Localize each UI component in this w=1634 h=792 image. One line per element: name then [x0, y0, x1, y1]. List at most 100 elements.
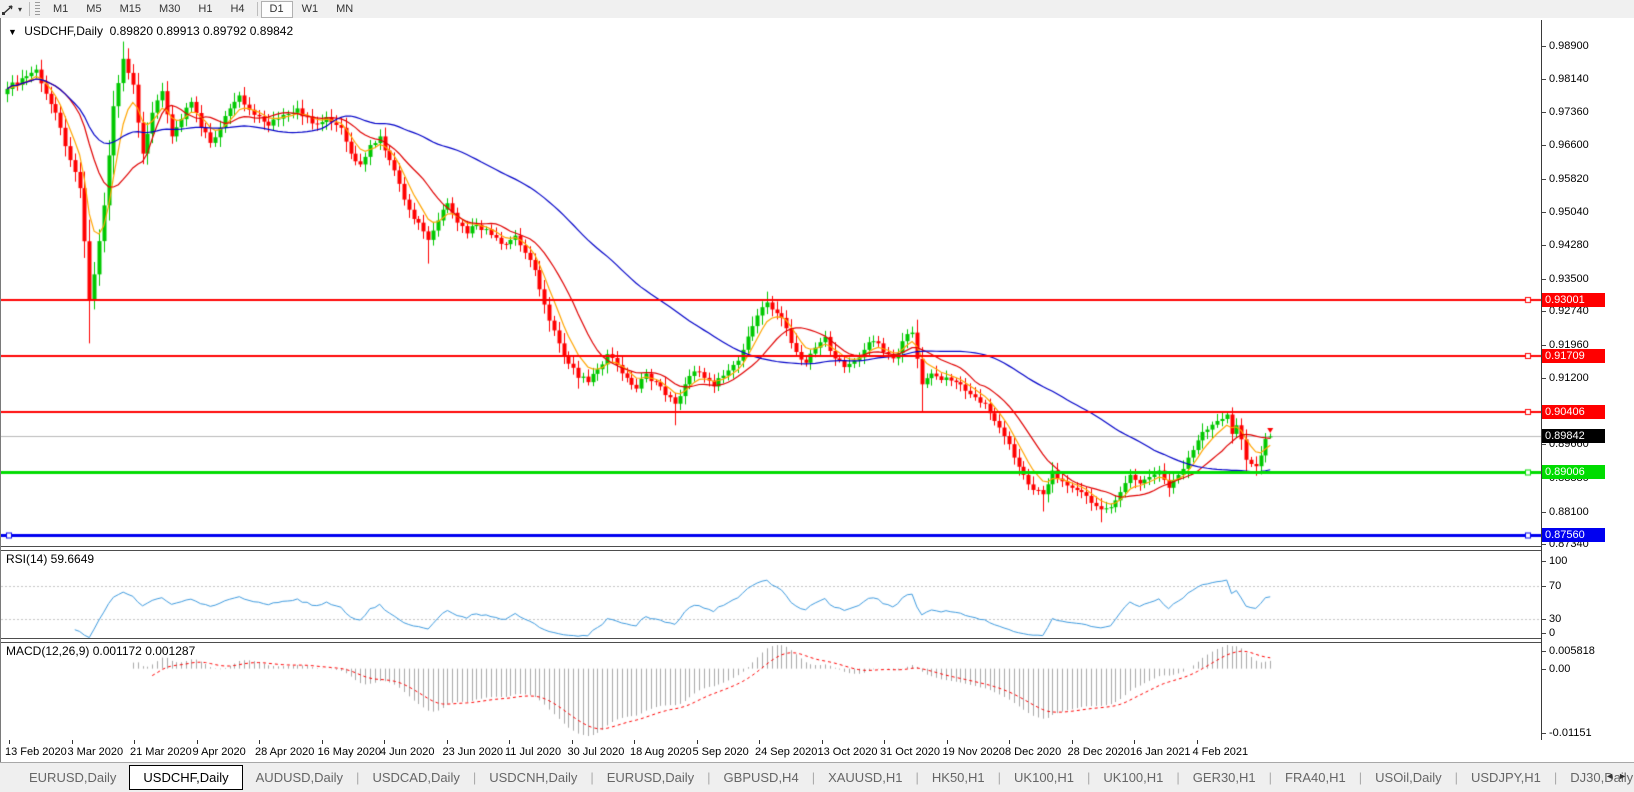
date-axis[interactable]: 13 Feb 2020 3 Mar 2020 21 Mar 2020 9 Apr 20… — [1, 740, 1634, 762]
rsi-indicator-label: RSI(14) 59.6649 — [6, 552, 95, 566]
date-label: 18 Aug 2020 — [630, 746, 692, 758]
hline-price-badge[interactable]: 0.90406 — [1542, 405, 1605, 419]
tab-uk100-h1[interactable]: UK100,H1 — [1001, 767, 1087, 788]
timeframe-m30[interactable]: M30 — [150, 1, 189, 18]
date-label: 30 Jul 2020 — [567, 746, 625, 758]
timeframe-m15[interactable]: M15 — [111, 1, 150, 18]
date-tick — [259, 740, 260, 744]
macd-scale-label: 0.005818 — [1549, 645, 1595, 657]
hline-price-badge[interactable]: 0.89006 — [1542, 465, 1605, 479]
toolbar-grip-handle[interactable] — [35, 2, 41, 16]
hline-price-badge[interactable]: 0.93001 — [1542, 293, 1605, 307]
scale-tick — [1542, 112, 1546, 113]
tab-fra40-h1[interactable]: FRA40,H1 — [1272, 767, 1359, 788]
price-tick-label: 0.91200 — [1549, 372, 1589, 384]
price-tick-label: 0.88100 — [1549, 506, 1589, 518]
date-tick — [134, 740, 135, 744]
date-label: 28 Dec 2020 — [1067, 746, 1130, 758]
timeframe-m1[interactable]: M1 — [44, 1, 77, 18]
date-tick — [1071, 740, 1073, 744]
date-label: 31 Oct 2020 — [880, 746, 940, 758]
date-label: 19 Nov 2020 — [942, 746, 1005, 758]
timeframe-buttons: M1 M5 M15 M30 H1 H4 D1 W1 MN — [44, 0, 362, 18]
timeframe-w1[interactable]: W1 — [293, 1, 328, 18]
date-label: 16 May 2020 — [317, 746, 382, 758]
price-tick-label: 0.96600 — [1549, 139, 1589, 151]
macd-pane-canvas[interactable] — [1, 641, 1541, 740]
tab-usoil-daily[interactable]: USOil,Daily — [1362, 767, 1454, 788]
scale-tick — [1542, 444, 1546, 445]
timeframe-d1[interactable]: D1 — [260, 0, 293, 18]
scale-tick — [1542, 619, 1546, 620]
tab-audusd-daily[interactable]: AUDUSD,Daily — [243, 767, 356, 788]
date-label: 13 Oct 2020 — [817, 746, 878, 758]
scale-tick — [1542, 561, 1546, 562]
date-tick — [196, 740, 198, 744]
chart-tabs: EURUSD,Daily USDCHF,Daily AUDUSD,Daily | USD… — [0, 763, 1634, 792]
timeframe-h4[interactable]: H4 — [221, 1, 253, 18]
scale-tick — [1542, 733, 1546, 734]
timeframe-mn[interactable]: MN — [327, 1, 362, 18]
date-tick — [384, 740, 385, 744]
date-tick — [696, 740, 698, 744]
chart-tab-bar: EURUSD,Daily USDCHF,Daily AUDUSD,Daily | USD… — [0, 762, 1634, 792]
date-label: 3 Mar 2020 — [67, 746, 124, 758]
date-tick — [571, 740, 573, 744]
date-tick — [759, 740, 760, 744]
date-tick — [634, 740, 635, 744]
date-tick — [446, 740, 448, 744]
macd-scale-label: 0.00 — [1549, 663, 1571, 675]
price-tick-label: 0.98140 — [1549, 73, 1589, 85]
date-label: 21 Mar 2020 — [130, 746, 192, 758]
hline-price-badge[interactable]: 0.87560 — [1542, 528, 1605, 542]
timeframe-h1[interactable]: H1 — [189, 1, 221, 18]
toolbar-separator — [256, 2, 258, 16]
tab-usdcad-daily[interactable]: USDCAD,Daily — [359, 767, 472, 788]
tool-dropdown-caret-icon[interactable]: ▾ — [18, 5, 22, 14]
tab-gbpusd-h4[interactable]: GBPUSD,H4 — [711, 767, 812, 788]
tab-hk50-h1[interactable]: HK50,H1 — [919, 767, 998, 788]
tab-usdchf-daily[interactable]: USDCHF,Daily — [129, 765, 243, 790]
price-axis[interactable]: 0.98900 0.98140 0.97360 0.96600 0.95820 0.950… — [1541, 20, 1634, 740]
scale-tick — [1542, 245, 1546, 246]
tab-eurusd-daily[interactable]: EURUSD,Daily — [594, 767, 707, 788]
scale-tick — [1542, 633, 1546, 634]
date-label: 9 Apr 2020 — [192, 746, 246, 758]
date-label: 4 Jun 2020 — [380, 746, 435, 758]
main-chart-canvas[interactable] — [1, 20, 1541, 546]
rsi-scale-label: 30 — [1549, 613, 1562, 625]
scale-tick — [1542, 79, 1546, 80]
rsi-scale-label: 70 — [1549, 580, 1562, 592]
tab-xauusd-h1[interactable]: XAUUSD,H1 — [815, 767, 915, 788]
price-tick-label: 0.98900 — [1549, 40, 1589, 52]
tab-uk100-h1[interactable]: UK100,H1 — [1090, 767, 1176, 788]
trendline-tool-icon[interactable] — [1, 3, 16, 16]
date-tick — [71, 740, 73, 744]
scale-tick — [1542, 46, 1546, 47]
rsi-scale-label: 100 — [1549, 555, 1568, 567]
date-tick — [1009, 740, 1010, 744]
scroll-tabs-right-icon[interactable]: ► — [1618, 771, 1631, 781]
scroll-tabs-left-icon[interactable]: ◄ — [1605, 771, 1618, 781]
current-price-badge[interactable]: 0.89842 — [1542, 429, 1605, 443]
scale-tick — [1542, 345, 1546, 346]
price-tick-label: 0.95820 — [1549, 173, 1589, 185]
scale-tick — [1542, 212, 1546, 213]
timeframe-m5[interactable]: M5 — [77, 1, 110, 18]
tab-eurusd-daily[interactable]: EURUSD,Daily — [16, 767, 129, 788]
hline-price-badge[interactable]: 0.91709 — [1542, 349, 1605, 363]
collapse-triangle-icon[interactable]: ▼ — [8, 27, 17, 37]
rsi-pane-canvas[interactable] — [1, 549, 1541, 638]
tab-usdjpy-h1[interactable]: USDJPY,H1 — [1458, 767, 1554, 788]
tab-ger30-h1[interactable]: GER30,H1 — [1180, 767, 1269, 788]
date-tick — [509, 740, 510, 744]
date-tick — [821, 740, 823, 744]
date-tick — [884, 740, 885, 744]
price-tick-label: 0.94280 — [1549, 239, 1589, 251]
symbol-ohlc-line[interactable]: ▼ USDCHF,Daily 0.89820 0.89913 0.89792 0… — [8, 24, 293, 38]
tab-usdcnh-daily[interactable]: USDCNH,Daily — [476, 767, 590, 788]
date-label: 4 Feb 2021 — [1192, 746, 1249, 758]
price-tick-label: 0.95040 — [1549, 206, 1589, 218]
date-tick — [1134, 740, 1135, 744]
scale-tick — [1542, 544, 1546, 545]
